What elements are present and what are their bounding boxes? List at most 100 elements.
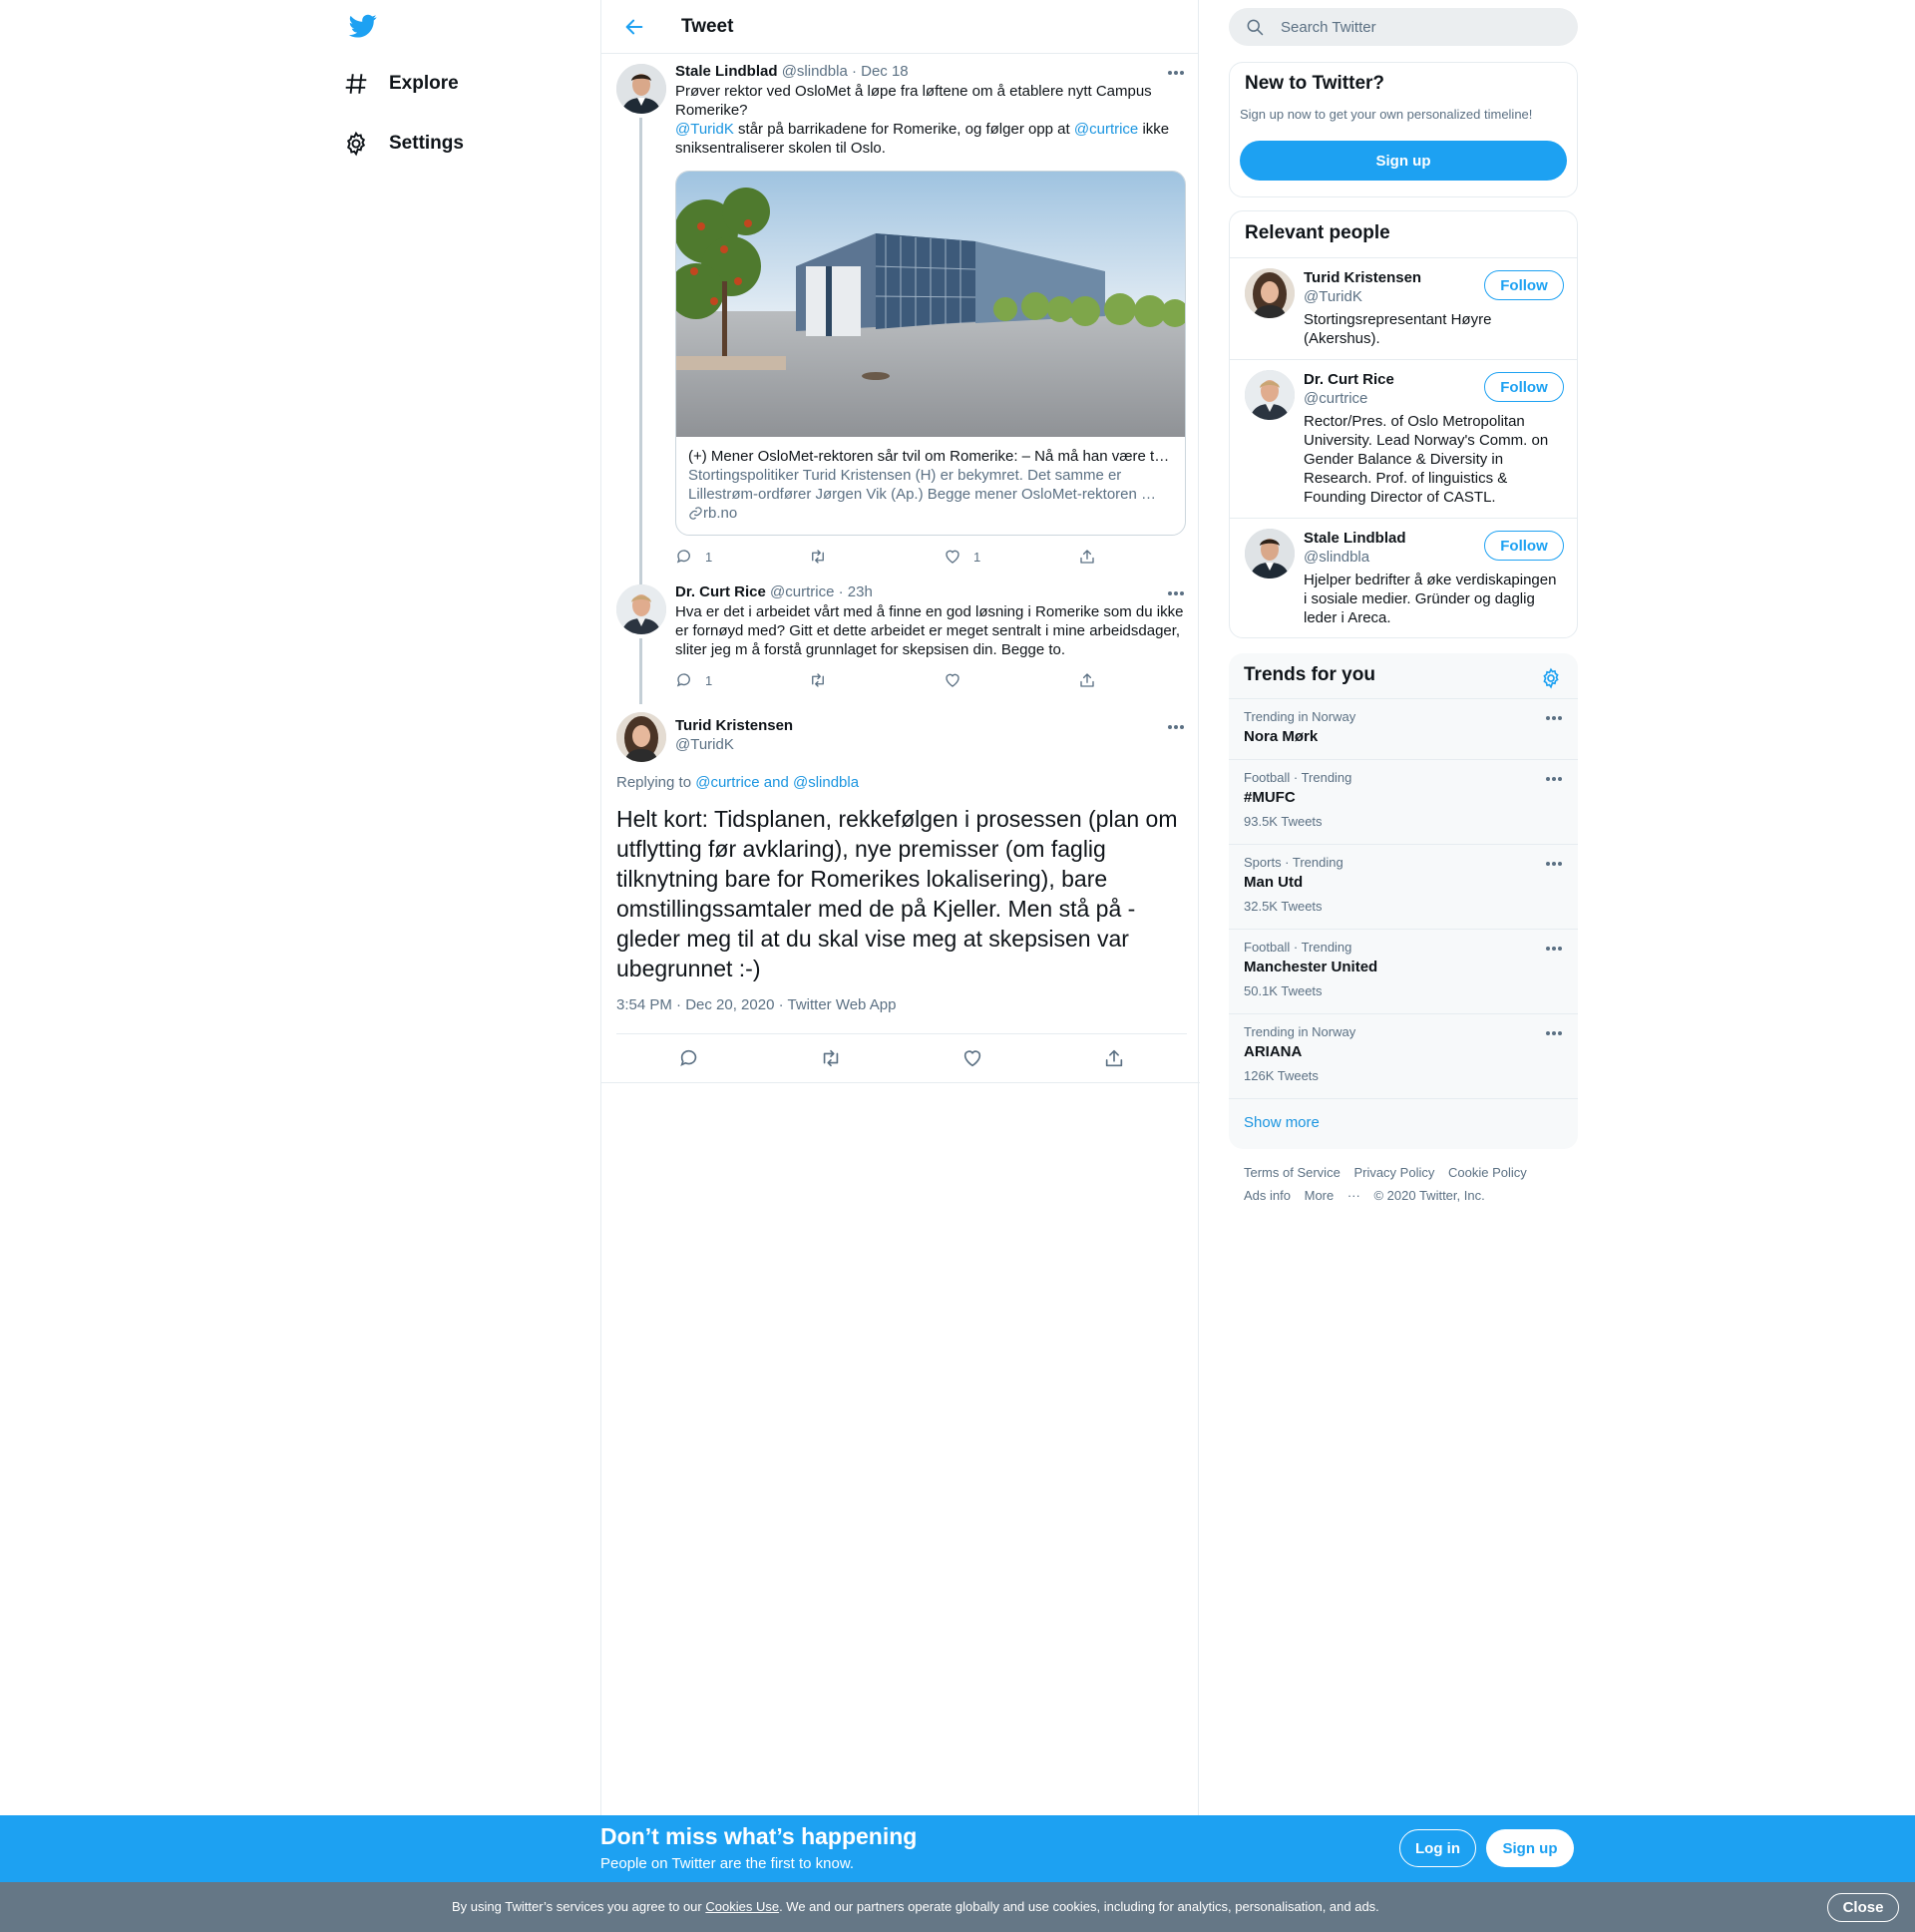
share-icon[interactable] xyxy=(1103,1047,1125,1069)
like-count: 1 xyxy=(973,549,981,565)
page-title: Tweet xyxy=(681,15,734,37)
trend-item[interactable]: Trending in Norway Nora Mørk xyxy=(1229,698,1578,759)
tweet-text: Prøver rektor ved OsloMet å løpe fra løf… xyxy=(675,82,1186,158)
nav-settings-label: Settings xyxy=(389,133,464,154)
divider xyxy=(616,1033,1187,1034)
author-name[interactable]: Stale Lindblad xyxy=(675,63,778,80)
gear-icon xyxy=(346,131,366,157)
avatar[interactable] xyxy=(1245,370,1295,420)
like-button[interactable] xyxy=(944,671,973,689)
card-domain-text: rb.no xyxy=(703,505,738,522)
heart-icon[interactable] xyxy=(961,1047,983,1069)
retweet-button[interactable] xyxy=(809,671,839,689)
card-image xyxy=(676,172,1185,437)
more-options-icon[interactable] xyxy=(1545,1030,1563,1036)
tweet-header: Stale Lindblad @slindbla · Dec 18 xyxy=(675,63,1186,80)
retweet-button[interactable] xyxy=(809,548,839,566)
tweet-timestamp[interactable]: 3:54 PM · Dec 20, 2020 · Twitter Web App xyxy=(616,996,896,1013)
show-more-link[interactable]: Show more xyxy=(1244,1114,1320,1131)
person-card[interactable]: Turid Kristensen @TuridK Stortingsrepres… xyxy=(1230,257,1577,359)
footer-links: Terms of Service Privacy Policy Cookie P… xyxy=(1244,1161,1563,1207)
trend-item[interactable]: Sports · Trending Man Utd 32.5K Tweets xyxy=(1229,844,1578,929)
back-arrow-icon[interactable] xyxy=(621,16,647,38)
tweet-actions: 1 1 xyxy=(675,548,1114,568)
more-options-icon[interactable] xyxy=(1167,70,1185,76)
show-more-row[interactable]: Show more xyxy=(1229,1098,1578,1149)
card-description: Stortingspolitiker Turid Kristensen (H) … xyxy=(688,467,1157,503)
cookies-use-link[interactable]: Cookies Use xyxy=(705,1899,779,1914)
author-handle[interactable]: @curtrice xyxy=(770,583,834,600)
avatar[interactable] xyxy=(1245,268,1295,318)
more-label: More xyxy=(1304,1188,1335,1203)
replying-to: Replying to @curtrice and @slindbla xyxy=(616,774,859,791)
search-input[interactable] xyxy=(1281,18,1550,36)
share-button[interactable] xyxy=(1078,548,1108,566)
person-card[interactable]: Dr. Curt Rice @curtrice Rector/Pres. of … xyxy=(1230,359,1577,518)
trend-item[interactable]: Trending in Norway ARIANA 126K Tweets xyxy=(1229,1013,1578,1098)
more-options-icon[interactable] xyxy=(1167,590,1185,596)
privacy-link[interactable]: Privacy Policy xyxy=(1353,1165,1434,1180)
more-options-icon[interactable] xyxy=(1545,776,1563,782)
cookie-link[interactable]: Cookie Policy xyxy=(1448,1165,1527,1180)
link-card[interactable]: (+) Mener OsloMet-rektoren sår tvil om R… xyxy=(675,171,1186,536)
author-name[interactable]: Dr. Curt Rice xyxy=(675,583,766,600)
trend-item[interactable]: Football · Trending #MUFC 93.5K Tweets xyxy=(1229,759,1578,844)
tweet-date[interactable]: · Dec 18 xyxy=(852,63,909,80)
share-icon xyxy=(1080,550,1094,564)
close-button[interactable]: Close xyxy=(1827,1893,1899,1922)
search-bar[interactable] xyxy=(1229,8,1578,46)
replying-to-links[interactable]: @curtrice and @slindbla xyxy=(695,774,859,791)
share-button[interactable] xyxy=(1078,671,1108,689)
avatar[interactable] xyxy=(616,712,666,762)
avatar[interactable] xyxy=(616,584,666,634)
like-button[interactable]: 1 xyxy=(944,548,980,566)
avatar[interactable] xyxy=(616,64,666,114)
more-options-icon[interactable] xyxy=(1545,715,1563,721)
trends-settings-icon[interactable] xyxy=(1540,667,1562,689)
nav-settings[interactable]: Settings xyxy=(343,118,464,170)
main-column: Tweet Stale Lindblad @slindbla · Dec 18 … xyxy=(600,0,1200,1815)
twitter-logo-icon[interactable] xyxy=(347,12,379,40)
person-bio: Stortingsrepresentant Høyre (Akershus). xyxy=(1304,311,1492,347)
banner-sign-up-button[interactable]: Sign up xyxy=(1486,1829,1574,1867)
cookie-text-before: By using Twitter’s services you agree to… xyxy=(452,1899,706,1914)
sign-up-button[interactable]: Sign up xyxy=(1240,141,1567,181)
person-bio: Rector/Pres. of Oslo Metropolitan Univer… xyxy=(1304,413,1549,506)
log-in-button[interactable]: Log in xyxy=(1399,1829,1476,1867)
more-options-icon[interactable] xyxy=(1167,724,1185,730)
reply-icon[interactable] xyxy=(678,1047,700,1069)
person-card[interactable]: Stale Lindblad @slindbla Hjelper bedrift… xyxy=(1230,518,1577,637)
trend-name: Man Utd xyxy=(1244,874,1304,891)
reply-button[interactable]: 1 xyxy=(675,548,712,566)
more-link[interactable]: More ··· xyxy=(1305,1188,1360,1203)
follow-button[interactable]: Follow xyxy=(1484,531,1564,561)
more-options-icon[interactable] xyxy=(1545,861,1563,867)
tweet-date[interactable]: · 23h xyxy=(839,583,873,600)
ads-link[interactable]: Ads info xyxy=(1244,1188,1291,1203)
trend-name: Nora Mørk xyxy=(1244,728,1319,745)
retweet-icon[interactable] xyxy=(820,1047,842,1069)
follow-button[interactable]: Follow xyxy=(1484,270,1564,300)
tweet-curt[interactable]: Dr. Curt Rice @curtrice · 23h Hva er det… xyxy=(601,575,1200,704)
mention-link[interactable]: @TuridK xyxy=(675,121,734,138)
author-handle[interactable]: @TuridK xyxy=(675,735,1186,754)
mention-link[interactable]: @curtrice xyxy=(1074,121,1138,138)
trend-count: 93.5K Tweets xyxy=(1244,814,1323,829)
tweet-stale[interactable]: Stale Lindblad @slindbla · Dec 18 Prøver… xyxy=(601,54,1200,579)
avatar[interactable] xyxy=(1245,529,1295,579)
author-name[interactable]: Turid Kristensen xyxy=(675,716,1186,735)
nav-explore[interactable]: Explore xyxy=(343,58,459,110)
terms-link[interactable]: Terms of Service xyxy=(1244,1165,1340,1180)
signup-banner: Don’t miss what’s happening People on Tw… xyxy=(0,1815,1915,1882)
new-to-twitter-subtitle: Sign up now to get your own personalized… xyxy=(1240,107,1533,122)
reply-button[interactable]: 1 xyxy=(675,671,712,689)
follow-button[interactable]: Follow xyxy=(1484,372,1564,402)
replying-prefix: Replying to xyxy=(616,774,696,791)
hashtag-icon xyxy=(345,74,367,94)
trend-item[interactable]: Football · Trending Manchester United 50… xyxy=(1229,929,1578,1013)
person-bio: Hjelper bedrifter å øke verdiskapingen i… xyxy=(1304,572,1557,626)
tweet-text-part: står på barrikadene for Romerike, og føl… xyxy=(733,121,1074,138)
tweet-text-part: Prøver rektor ved OsloMet å løpe fra løf… xyxy=(675,83,1152,119)
author-handle[interactable]: @slindbla xyxy=(782,63,848,80)
more-options-icon[interactable] xyxy=(1545,946,1563,952)
